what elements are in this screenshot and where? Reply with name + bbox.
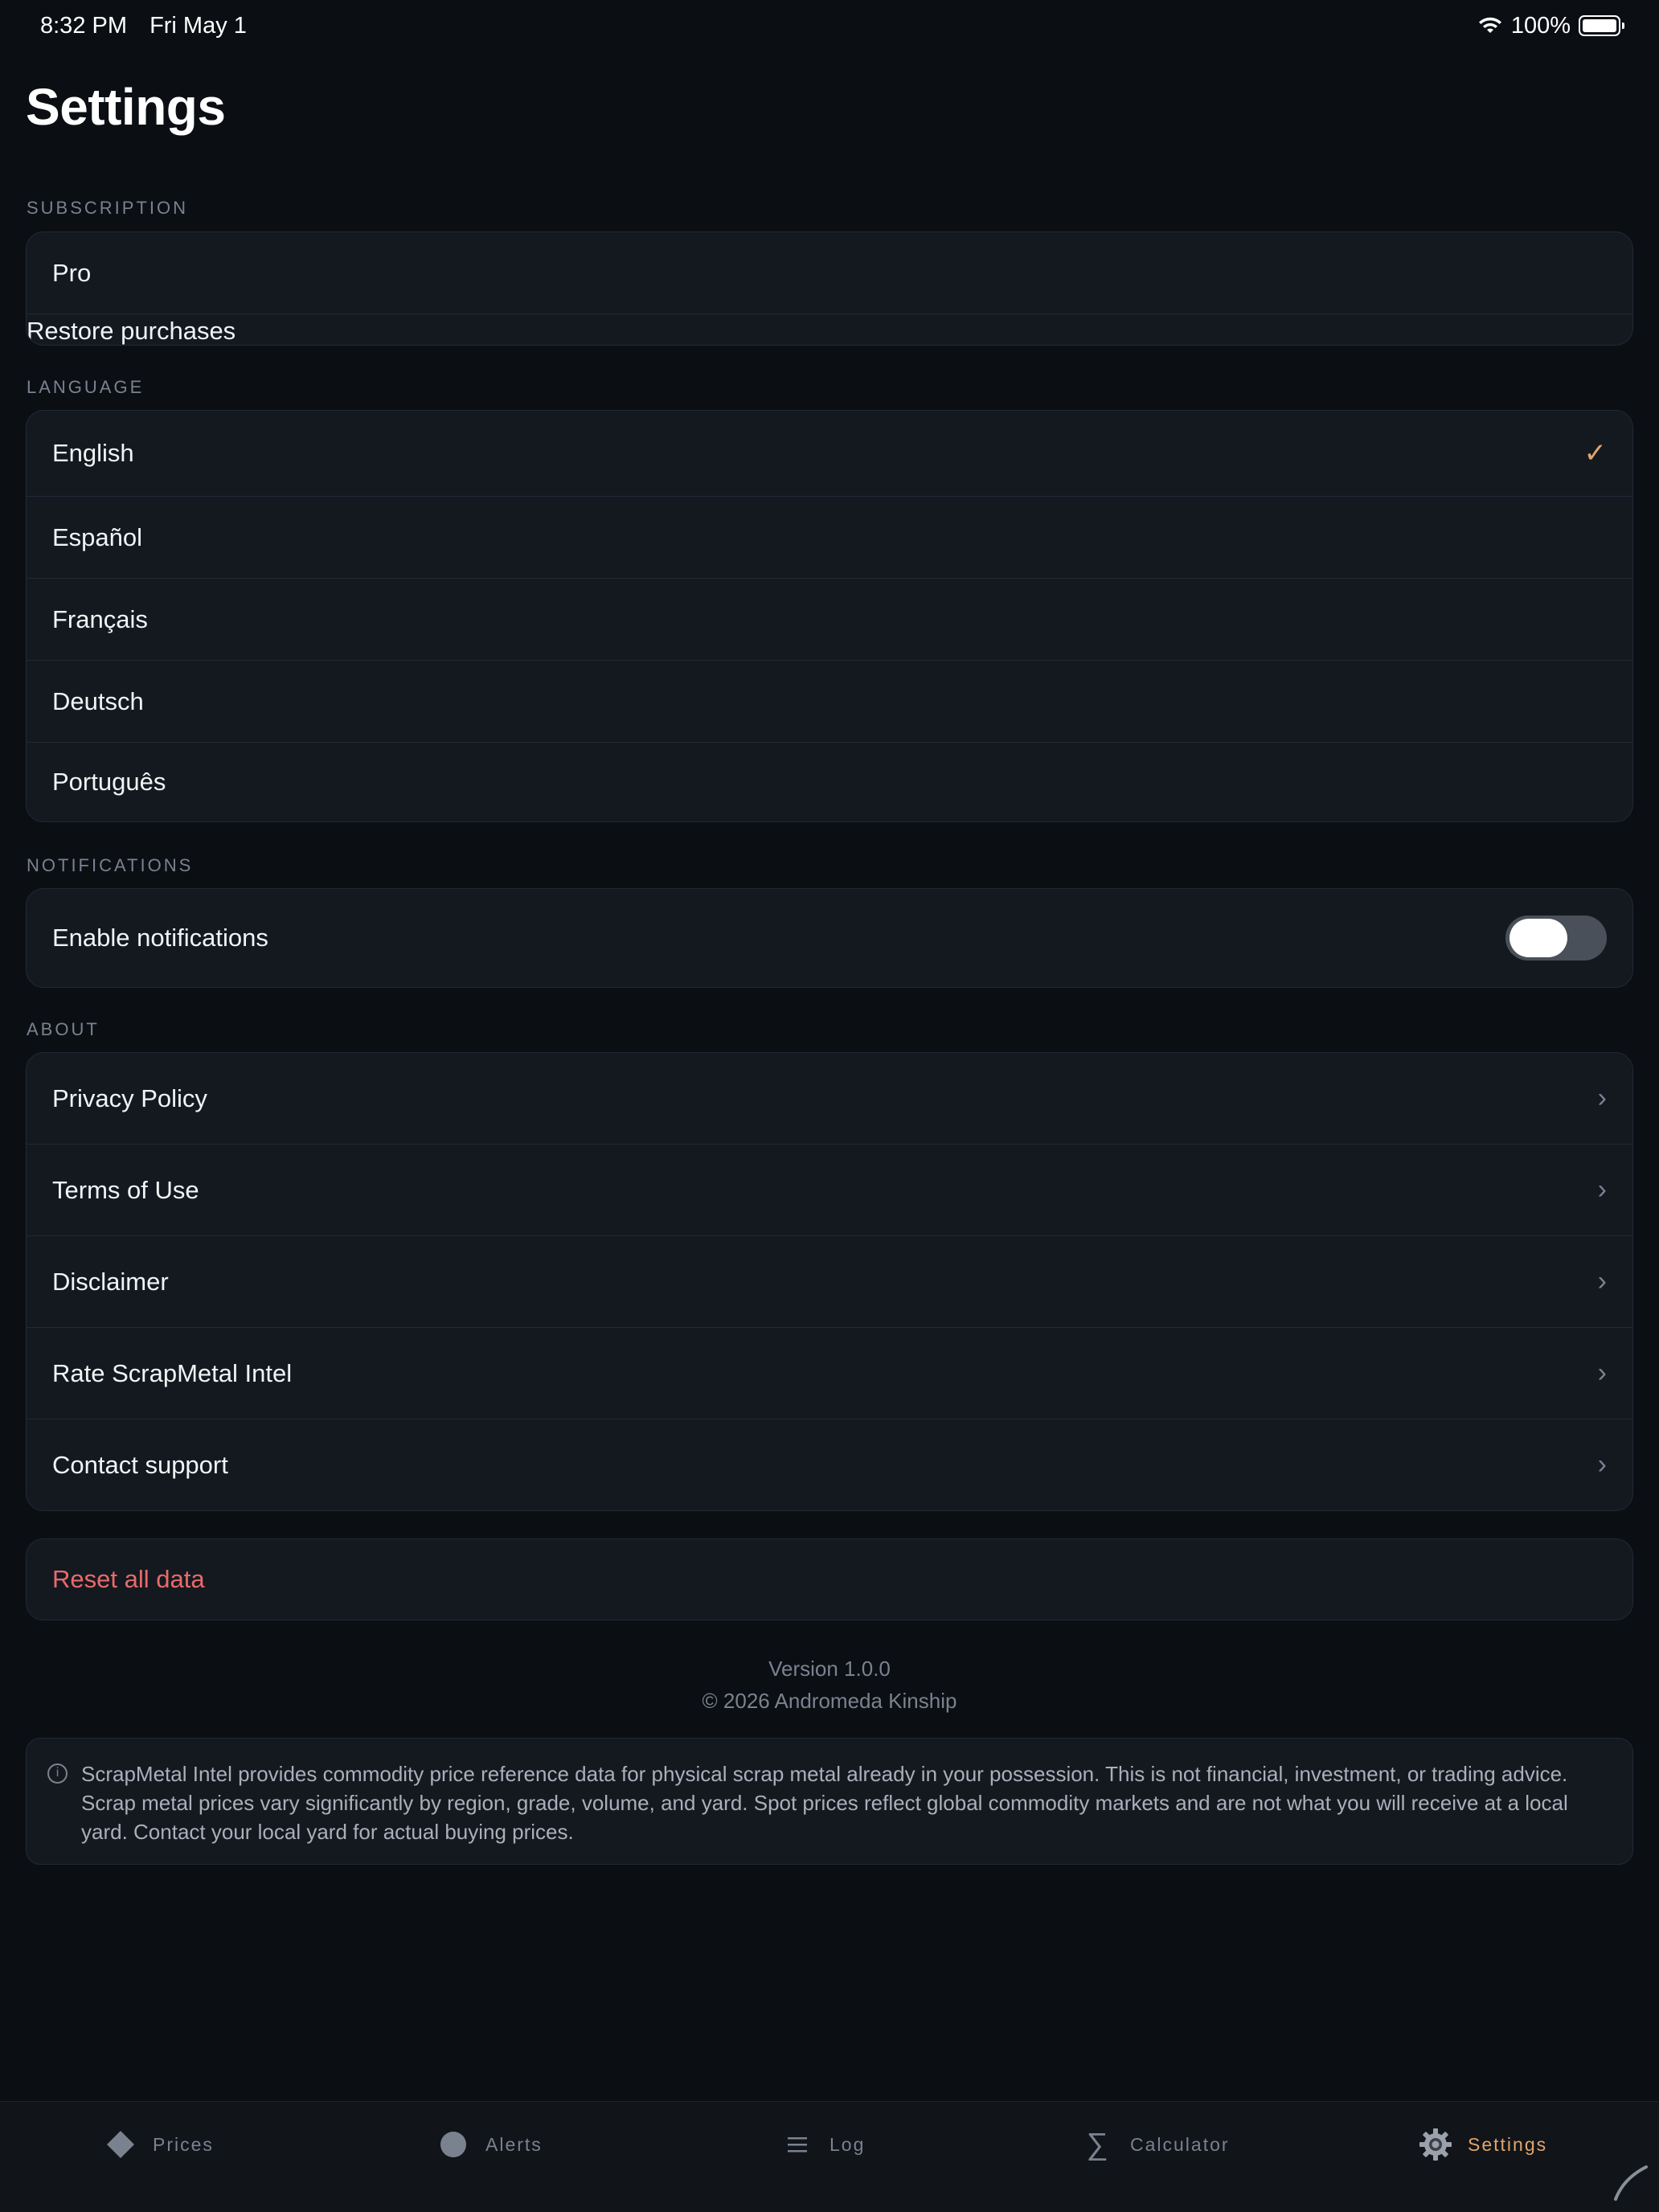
about-item-disclaimer[interactable]: Disclaimer ›: [27, 1236, 1632, 1328]
tab-label: Prices: [153, 2133, 214, 2155]
battery-percent: 100%: [1510, 12, 1571, 39]
subscription-header: SUBSCRIPTION: [27, 198, 189, 218]
about-item-privacy-policy[interactable]: Privacy Policy ›: [27, 1053, 1632, 1145]
disclaimer-text: ScrapMetal Intel provides commodity pric…: [81, 1762, 1568, 1844]
language-option-label: Español: [52, 522, 143, 551]
notifications-header: NOTIFICATIONS: [27, 855, 194, 875]
chevron-right-icon: ›: [1597, 1083, 1607, 1113]
language-option-label: Français: [52, 604, 148, 633]
subscription-plan: Pro: [52, 258, 92, 287]
toggle-knob: [1509, 919, 1567, 957]
language-option-espanol[interactable]: Español: [27, 497, 1632, 579]
tab-settings[interactable]: Settings: [1418, 2126, 1547, 2163]
tab-calculator[interactable]: ∑ Calculator: [1080, 2126, 1230, 2163]
list-icon: [780, 2127, 815, 2162]
notifications-label: Enable notifications: [52, 924, 268, 952]
wifi-icon: [1478, 17, 1501, 33]
chevron-right-icon: ›: [1597, 1174, 1607, 1205]
restore-purchases-label: Restore purchases: [27, 317, 236, 345]
language-option-label: English: [52, 439, 134, 467]
language-option-deutsch[interactable]: Deutsch: [27, 661, 1632, 743]
chevron-right-icon: ›: [1597, 1449, 1607, 1480]
status-time: 8:32 PM: [40, 12, 127, 39]
tab-alerts[interactable]: Alerts: [436, 2126, 543, 2163]
tab-bar: Prices Alerts Log ∑ Calculator Settings: [0, 2101, 1659, 2212]
sigma-icon: ∑: [1086, 2127, 1110, 2161]
tab-label: Log: [830, 2133, 866, 2155]
reset-all-data-label: Reset all data: [52, 1565, 205, 1593]
subscription-plan-row: Pro: [27, 232, 1632, 314]
battery-icon: [1579, 15, 1624, 36]
status-bar: 8:32 PM Fri May 1 100%: [0, 0, 1659, 51]
restore-purchases-button[interactable]: Restore purchases: [27, 316, 236, 345]
about-item-label: Contact support: [52, 1450, 228, 1479]
about-item-contact-support[interactable]: Contact support ›: [27, 1419, 1632, 1510]
gear-icon: [1418, 2127, 1453, 2162]
version-info: Version 1.0.0 © 2026 Andromeda Kinship: [26, 1653, 1633, 1717]
tab-log[interactable]: Log: [780, 2126, 865, 2163]
tab-label: Alerts: [485, 2133, 543, 2155]
settings-content: SUBSCRIPTION Pro Restore purchases LANGU…: [26, 193, 1633, 1865]
language-option-portugues[interactable]: Português: [27, 743, 1632, 821]
about-item-label: Rate ScrapMetal Intel: [52, 1358, 293, 1387]
language-option-label: Deutsch: [52, 686, 144, 715]
about-item-label: Disclaimer: [52, 1267, 169, 1296]
copyright-text: © 2026 Andromeda Kinship: [702, 1689, 957, 1713]
chevron-right-icon: ›: [1597, 1358, 1607, 1388]
status-left: 8:32 PM Fri May 1: [40, 13, 263, 39]
language-option-english[interactable]: English ✓: [27, 411, 1632, 497]
language-option-francais[interactable]: Français: [27, 579, 1632, 661]
about-group: Privacy Policy › Terms of Use › Disclaim…: [26, 1052, 1633, 1511]
language-group: English ✓ Español Français Deutsch Portu…: [26, 410, 1633, 822]
status-date: Fri May 1: [150, 12, 247, 39]
tab-label: Settings: [1468, 2133, 1548, 2155]
about-header: ABOUT: [27, 1019, 100, 1039]
info-icon: i: [47, 1763, 68, 1784]
about-item-label: Privacy Policy: [52, 1083, 207, 1112]
disclaimer-box: i ScrapMetal Intel provides commodity pr…: [26, 1738, 1633, 1865]
language-header: LANGUAGE: [27, 377, 145, 397]
about-item-label: Terms of Use: [52, 1175, 199, 1204]
page-title: Settings: [26, 78, 226, 136]
notifications-row: Enable notifications: [27, 889, 1632, 987]
tab-label: Calculator: [1130, 2133, 1230, 2155]
circle-icon: [436, 2127, 471, 2162]
checkmark-icon: ✓: [1583, 438, 1608, 469]
reset-all-data-button[interactable]: Reset all data: [27, 1539, 1632, 1620]
about-item-terms-of-use[interactable]: Terms of Use ›: [27, 1145, 1632, 1236]
chevron-right-icon: ›: [1597, 1266, 1607, 1296]
reset-group: Reset all data: [26, 1538, 1633, 1620]
tab-prices[interactable]: Prices: [103, 2126, 214, 2163]
notifications-toggle[interactable]: [1505, 916, 1607, 961]
subscription-group: Pro Restore purchases: [26, 231, 1633, 346]
scroll-indicator: [1614, 2165, 1648, 2201]
about-item-rate-app[interactable]: Rate ScrapMetal Intel ›: [27, 1328, 1632, 1419]
language-option-label: Português: [52, 768, 166, 796]
notifications-group: Enable notifications: [26, 888, 1633, 988]
status-right: 100%: [1477, 12, 1624, 39]
version-text: Version 1.0.0: [768, 1657, 891, 1681]
diamond-icon: [103, 2127, 138, 2162]
